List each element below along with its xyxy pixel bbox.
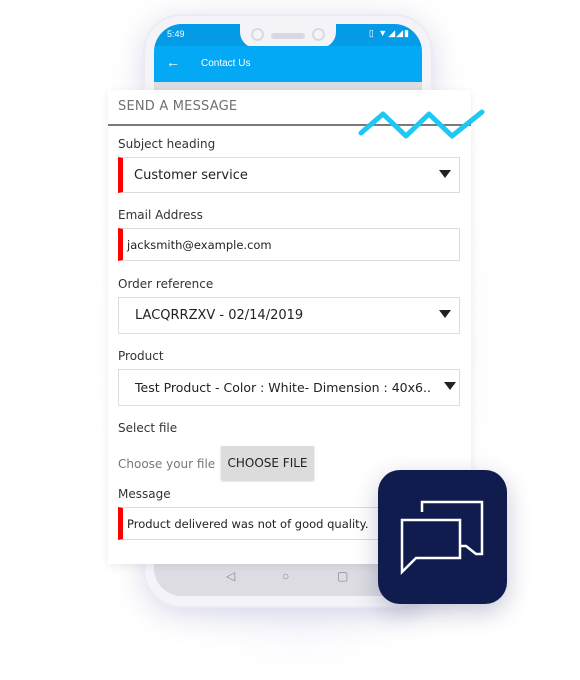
- status-time: 5:49: [167, 29, 185, 39]
- order-select[interactable]: LACQRRZXV - 02/14/2019: [118, 297, 460, 334]
- speaker-grille: [271, 33, 305, 39]
- form-title: SEND A MESSAGE: [118, 99, 238, 114]
- message-label: Message: [118, 487, 171, 501]
- product-value: Test Product - Color : White- Dimension …: [135, 380, 431, 395]
- subject-select[interactable]: Customer service: [118, 157, 460, 193]
- message-value: Product delivered was not of good qualit…: [127, 517, 369, 531]
- email-value: jacksmith@example.com: [127, 238, 272, 252]
- back-arrow-icon[interactable]: ←: [166, 54, 180, 70]
- chat-bubbles-icon: [400, 500, 484, 576]
- chat-app-tile: [378, 470, 507, 604]
- phone-notch: [240, 24, 336, 48]
- file-label: Select file: [118, 421, 178, 435]
- camera-icon: [251, 28, 264, 41]
- order-label: Order reference: [118, 277, 214, 291]
- subject-label: Subject heading: [118, 137, 216, 151]
- nav-recents-icon[interactable]: ▢: [337, 569, 348, 583]
- nav-home-icon[interactable]: ○: [282, 569, 289, 583]
- email-field[interactable]: jacksmith@example.com: [118, 228, 460, 261]
- app-bar-title: Contact Us: [201, 58, 251, 69]
- email-label: Email Address: [118, 208, 203, 222]
- subject-value: Customer service: [134, 168, 248, 183]
- chevron-down-icon: [439, 310, 451, 318]
- product-label: Product: [118, 349, 164, 363]
- order-value: LACQRRZXV - 02/14/2019: [135, 308, 304, 323]
- chevron-down-icon: [439, 170, 451, 178]
- file-hint: Choose your file: [118, 457, 216, 471]
- status-icons: ▯ ▼◢◢▮: [368, 28, 410, 38]
- chevron-down-icon: [444, 382, 456, 390]
- nav-back-icon[interactable]: ◁: [226, 569, 235, 583]
- sensor-icon: [312, 28, 325, 41]
- zigzag-decoration: [358, 109, 485, 139]
- product-select[interactable]: Test Product - Color : White- Dimension …: [118, 369, 460, 406]
- app-bar: ← Contact Us: [154, 46, 422, 82]
- choose-file-button[interactable]: CHOOSE FILE: [221, 446, 314, 480]
